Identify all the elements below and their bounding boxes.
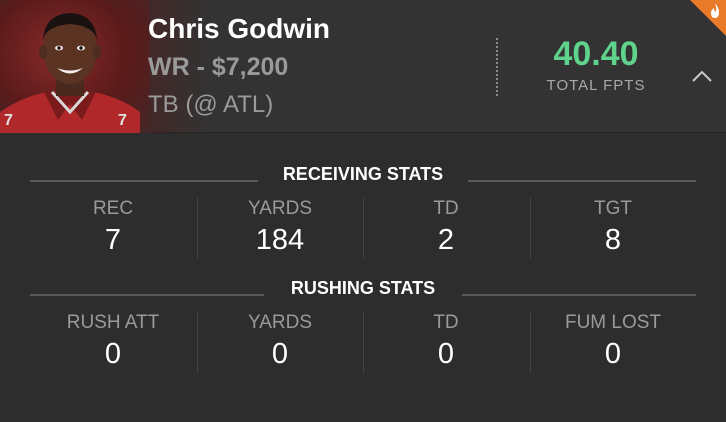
stat-label: YARDS [247,312,313,333]
stat-value: 0 [104,338,122,370]
stat-value: 2 [437,224,455,256]
player-photo: 7 7 [0,0,140,133]
flame-icon [707,2,723,20]
stat-label: TD [433,312,459,333]
stat-label: TD [433,198,459,219]
stat-value: 0 [437,338,455,370]
stat-rec: REC 7 [30,198,196,257]
stat-label: TGT [594,198,632,219]
rushing-stats-title: RUSHING STATS [290,278,436,298]
stat-rush-yards: YARDS 0 [197,312,363,371]
header-divider [496,38,498,96]
receiving-stats-title: RECEIVING STATS [282,164,444,184]
total-fpts-label: TOTAL FPTS [546,77,646,94]
stat-fum-lost: FUM LOST 0 [530,312,696,371]
stat-label: FUM LOST [564,312,662,333]
stat-label: YARDS [247,198,313,219]
position-salary: WR - $7,200 [148,53,289,81]
stat-value: 0 [604,338,622,370]
total-fpts-value: 40.40 [553,35,639,73]
player-header: 7 7 Chris Godwin WR - $7,200 TB (@ ATL) … [0,0,726,133]
svg-text:7: 7 [118,112,127,129]
stat-value: 8 [604,224,622,256]
stat-rush-td: TD 0 [363,312,529,371]
stat-value: 7 [104,224,122,256]
stat-rec-yards: YARDS 184 [197,198,363,257]
player-name: Chris Godwin [148,13,330,44]
stat-rush-att: RUSH ATT 0 [30,312,196,371]
stat-label: REC [92,198,134,219]
stat-rec-td: TD 2 [363,198,529,257]
svg-text:7: 7 [4,112,13,129]
stat-label: RUSH ATT [66,312,160,333]
chevron-up-icon[interactable] [690,66,714,86]
stat-value: 0 [271,338,289,370]
stat-tgt: TGT 8 [530,198,696,257]
matchup: TB (@ ATL) [148,91,274,118]
stat-value: 184 [255,224,305,256]
